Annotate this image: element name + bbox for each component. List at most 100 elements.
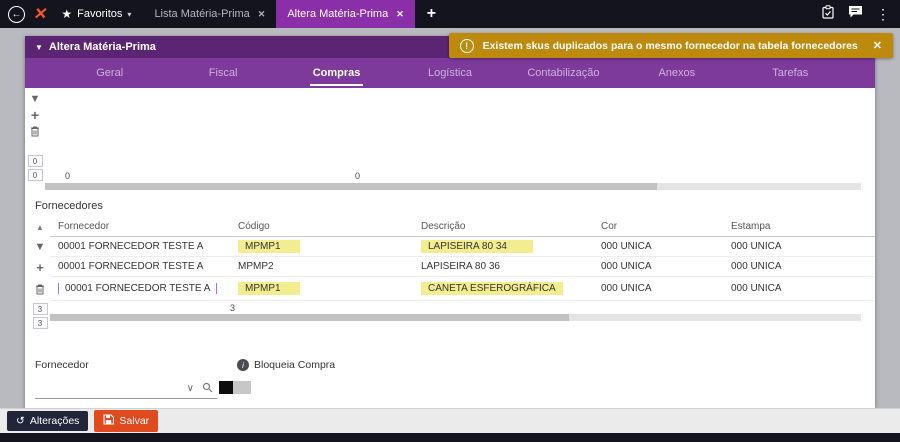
sort-up-icon[interactable]: ▲ [36,217,44,237]
tab-geral[interactable]: Geral [53,58,166,88]
column-header[interactable]: Código [230,221,413,232]
panel-title: Altera Matéria-Prima [48,41,156,53]
fornecedor-combo-input[interactable]: ∨ [35,379,217,399]
tab-anexos[interactable]: Anexos [620,58,733,88]
table-header-row: Fornecedor Código Descrição Cor Estampa [50,217,875,237]
info-icon: i [237,359,249,371]
row-number-cell: 3 [32,303,48,315]
fornecedor-field-label: Fornecedor [35,359,89,371]
grid-dropdown-icon[interactable]: ▼ [35,237,46,257]
toggle-knob[interactable] [219,381,233,394]
upper-grid-toolbar: ▼ + 0 0 [25,88,45,192]
topbar-actions: ⋮ [821,4,890,24]
undo-icon: ↺ [16,415,25,427]
tab-altera-materia-prima[interactable]: Altera Matéria-Prima ✕ [276,0,415,28]
search-icon[interactable] [202,382,213,396]
favorites-menu[interactable]: ★ Favoritos ▾ [61,7,131,21]
cell-codigo[interactable]: MPMP2 [230,261,413,272]
grid-add-row-icon[interactable]: + [36,257,44,277]
tab-label: Logística [427,67,472,79]
cell-descricao[interactable]: CANETA ESFEROGRÁFICA [413,282,593,295]
app-logo-icon[interactable]: ✕ [32,4,49,24]
bloqueia-compra-label: i Bloqueia Compra [237,359,335,371]
tab-tarefas[interactable]: Tarefas [734,58,847,88]
grid-delete-row-icon[interactable] [35,277,45,301]
chat-icon[interactable] [848,5,863,23]
scrollbar-thumb[interactable] [50,314,570,321]
alteracoes-label: Alterações [29,415,80,427]
tasks-icon[interactable] [821,4,835,24]
tab-label: Geral [96,67,124,79]
back-icon[interactable]: ← [8,5,25,23]
cell-cor[interactable]: 000 UNICA [593,261,723,272]
cell-estampa[interactable]: 000 UNICA [723,241,875,252]
table-row[interactable]: 00001 FORNECEDOR TESTE A MPMP1 LAPISEIRA… [50,237,875,257]
table-row[interactable]: 00001 FORNECEDOR TESTE A MPMP2 LAPISEIRA… [50,257,875,277]
table-footer-value: 3 [230,303,236,313]
top-bar: ← ✕ ★ Favoritos ▾ Lista Matéria-Prima ✕ … [0,0,900,28]
tab-fiscal[interactable]: Fiscal [166,58,279,88]
upper-grid-body: 0 0 [45,88,875,192]
grid-dropdown-icon[interactable]: ▼ [30,91,41,107]
tab-lista-materia-prima[interactable]: Lista Matéria-Prima ✕ [143,0,276,28]
cell-descricao[interactable]: LAPISEIRA 80 36 [413,261,593,272]
tab-label: Compras [309,61,364,86]
cell-cor[interactable]: 000 UNICA [593,241,723,252]
cell-codigo[interactable]: MPMP1 [230,240,413,253]
bottom-strip [0,433,900,442]
cell-codigo[interactable]: MPMP1 [230,282,413,295]
column-header[interactable]: Estampa [723,221,875,232]
action-bar: ↺ Alterações Salvar [0,408,900,433]
tab-label: Fiscal [208,67,238,79]
column-header[interactable]: Cor [593,221,723,232]
cell-cor[interactable]: 000 UNICA [593,283,723,294]
close-icon[interactable]: ✕ [258,9,266,20]
duplicate-highlight: MPMP1 [238,282,300,295]
fornecedor-edit-field[interactable]: 00001 FORNECEDOR TESTE A [58,283,218,294]
tab-compras[interactable]: Compras [280,58,393,88]
altera-materia-prima-panel: ▼ Altera Matéria-Prima Geral Fiscal Comp… [25,36,875,408]
save-disk-icon [103,414,115,428]
grid-add-row-icon[interactable]: + [31,107,39,123]
cell-estampa[interactable]: 000 UNICA [723,283,875,294]
scrollbar-thumb[interactable] [45,183,657,190]
toast-close-icon[interactable]: ✕ [873,39,882,52]
grid-footer-value: 0 [355,171,361,181]
cell-descricao[interactable]: LAPISEIRA 80 34 [413,240,593,253]
add-tab-button[interactable]: + [427,5,436,23]
duplicate-highlight: CANETA ESFEROGRÁFICA [421,282,563,295]
cell-fornecedor-editing[interactable]: 00001 FORNECEDOR TESTE A [50,283,230,294]
tab-label: Anexos [658,67,696,79]
duplicate-highlight: MPMP1 [238,240,300,253]
fornecedores-table: ▲ ▼ + 3 3 Fornecedor Código Descrição Co… [25,217,875,329]
horizontal-scrollbar[interactable] [45,183,861,190]
tab-label: Altera Matéria-Prima [287,8,389,20]
warning-icon: ! [459,38,474,53]
tab-logistica[interactable]: Logística [393,58,506,88]
table-footer: 3 [50,301,875,325]
horizontal-scrollbar[interactable] [50,314,861,321]
alteracoes-button[interactable]: ↺ Alterações [7,411,89,431]
column-header[interactable]: Descrição [413,221,593,232]
toast-message: Existem skus duplicados para o mesmo for… [482,39,858,52]
toast-notification: ! Existem skus duplicados para o mesmo f… [448,33,893,58]
more-options-icon[interactable]: ⋮ [876,6,890,23]
upper-grid: ▼ + 0 0 0 0 [25,88,875,192]
tab-label: Tarefas [772,67,809,79]
chevron-down-icon[interactable]: ∨ [187,383,194,394]
cell-estampa[interactable]: 000 UNICA [723,261,875,272]
fornecedores-grid: Fornecedor Código Descrição Cor Estampa … [50,217,875,329]
bloqueia-compra-toggle[interactable] [219,381,251,394]
tab-contabilizacao[interactable]: Contabilização [507,58,620,88]
cell-fornecedor[interactable]: 00001 FORNECEDOR TESTE A [50,241,230,252]
star-icon: ★ [61,7,73,21]
fornecedores-toolbar: ▲ ▼ + 3 3 [30,217,50,329]
close-icon[interactable]: ✕ [396,9,404,20]
duplicate-highlight: LAPISEIRA 80 34 [421,240,533,253]
table-row[interactable]: 00001 FORNECEDOR TESTE A MPMP1 CANETA ES… [50,277,875,301]
cell-fornecedor[interactable]: 00001 FORNECEDOR TESTE A [50,261,230,272]
save-button[interactable]: Salvar [94,410,159,432]
column-header[interactable]: Fornecedor [50,221,230,232]
save-label: Salvar [119,415,150,427]
grid-delete-row-icon[interactable] [30,123,40,139]
